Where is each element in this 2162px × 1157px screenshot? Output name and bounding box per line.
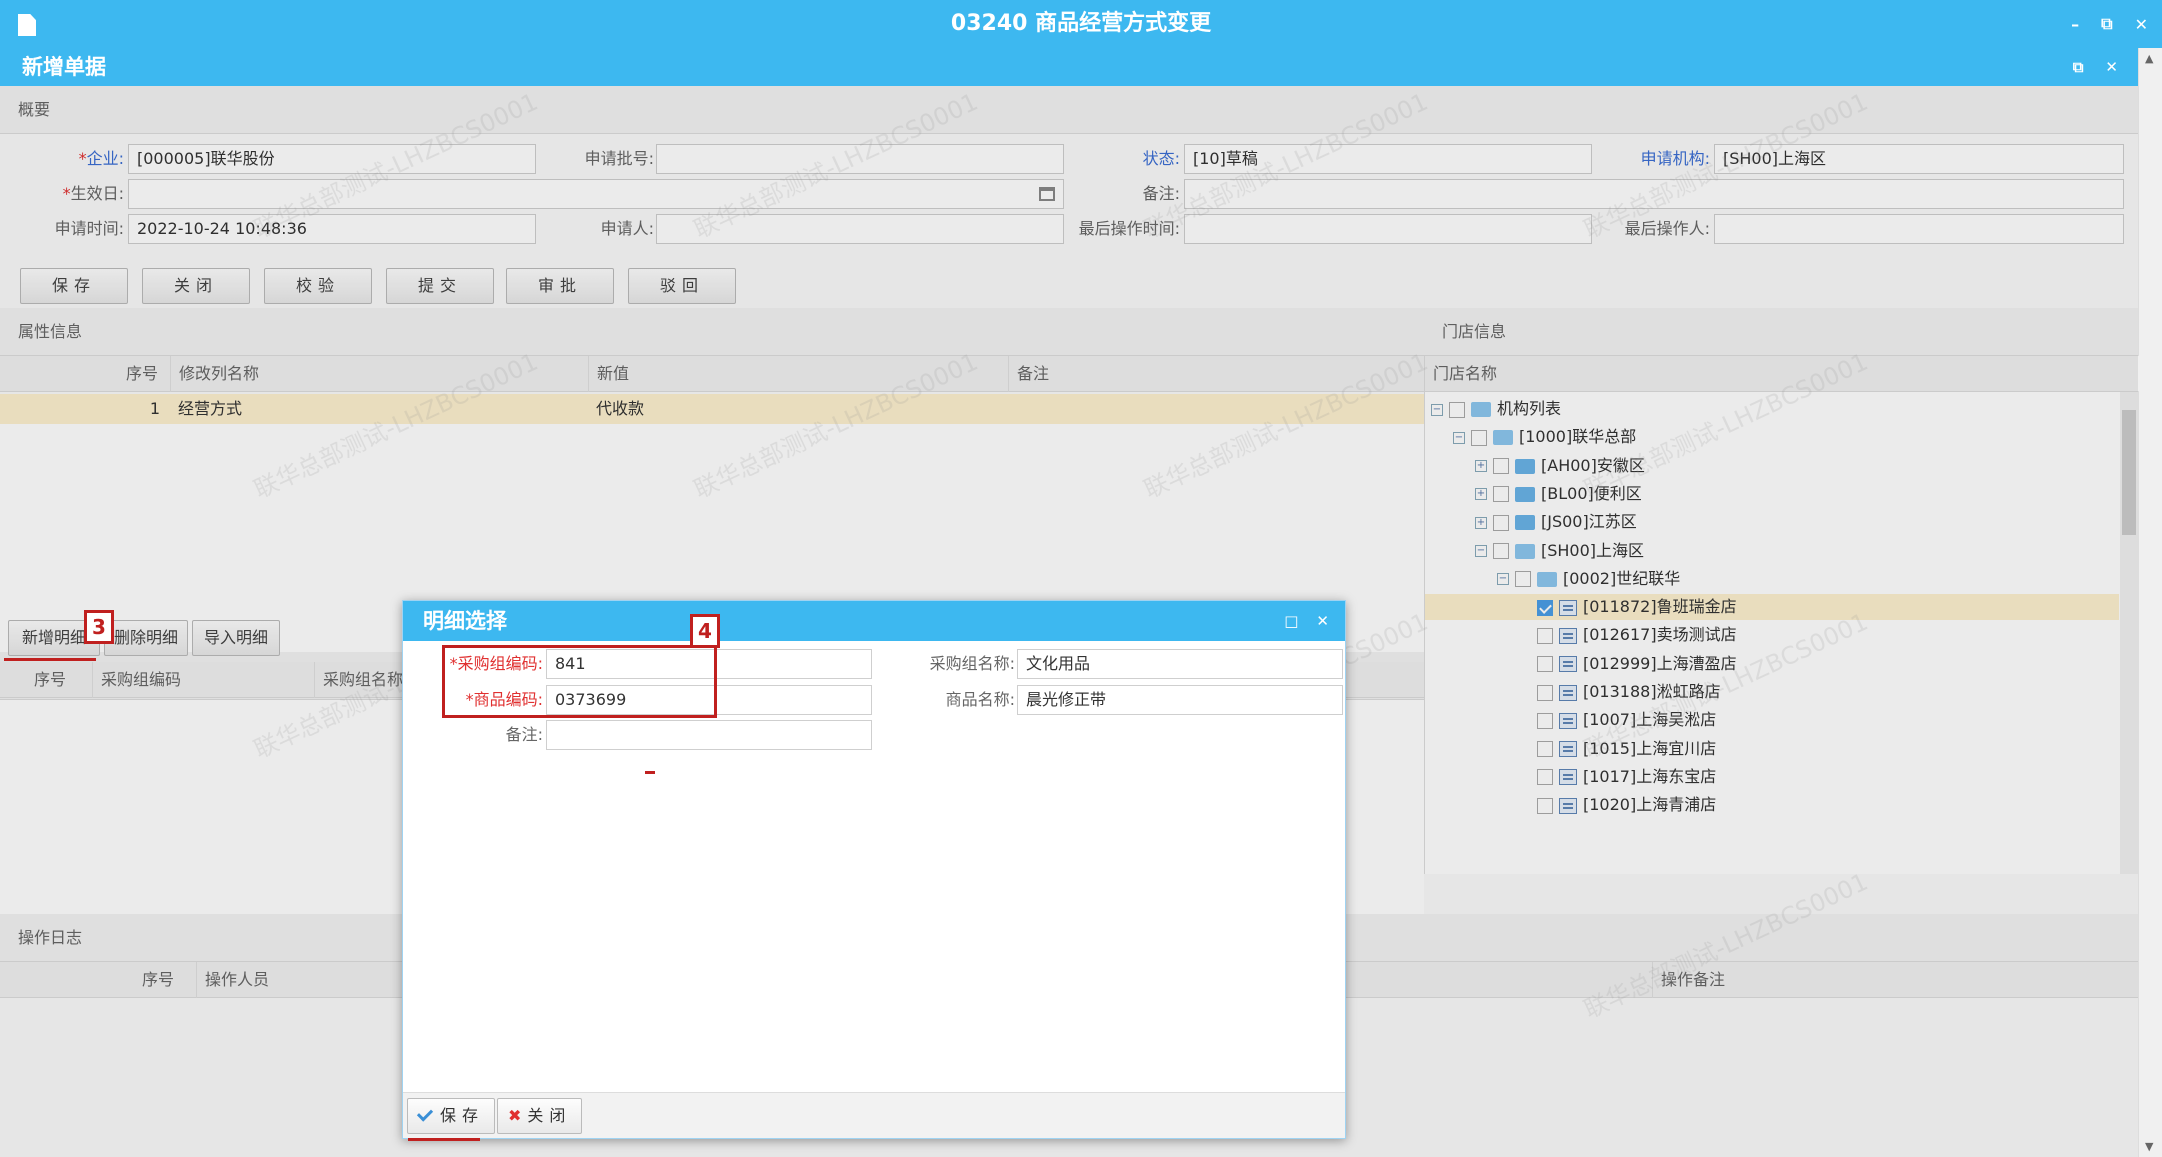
watermark: 联华总部测试-LHZBCS0001 [1579,347,1873,504]
step-badge-4: 4 [690,614,720,648]
watermark: 联华总部测试-LHZBCS0001 [1139,87,1433,244]
form-restore-button[interactable]: ⧉ [2073,58,2084,76]
save-underline [408,1138,480,1141]
step4-highlight-box [442,645,717,718]
close-window-button[interactable]: ✕ [2135,15,2148,34]
watermark: 联华总部测试-LHZBCS0001 [249,347,543,504]
step3-underline [4,658,96,661]
group-name-label: 采购组名称: [929,654,1015,673]
dialog-title: 明细选择 [423,609,507,633]
dialog-close-x-button[interactable]: ✕ [1316,612,1329,630]
watermark: 联华总部测试-LHZBCS0001 [249,87,543,244]
close-icon: ✖ [508,1106,522,1125]
watermark: 联华总部测试-LHZBCS0001 [1579,867,1873,1024]
check-icon [416,1105,434,1122]
dialog-maximize-button[interactable]: □ [1284,612,1298,630]
watermark: 联华总部测试-LHZBCS0001 [1139,347,1433,504]
window-titlebar: 03240 商品经营方式变更 – ⧉ ✕ [0,0,2162,48]
group-name-field[interactable]: 文化用品 [1017,649,1343,679]
watermark: 联华总部测试-LHZBCS0001 [689,87,983,244]
watermark: 联华总部测试-LHZBCS0001 [1579,87,1873,244]
dialog-save-label: 保存 [440,1106,485,1125]
window-title: 03240 商品经营方式变更 [950,11,1212,36]
watermark: 联华总部测试-LHZBCS0001 [689,347,983,504]
dialog-save-button[interactable]: 保存 [407,1098,496,1134]
dialog-remark-label: 备注: [505,725,543,744]
restore-button[interactable]: ⧉ [2101,14,2112,34]
dialog-remark-field[interactable] [546,720,872,750]
cursor-mark [645,771,655,774]
dialog-close-button[interactable]: ✖ 关闭 [497,1098,583,1134]
step-badge-3: 3 [84,610,114,644]
watermark: 联华总部测试-LHZBCS0001 [1579,607,1873,764]
form-title: 新增单据 [22,55,106,79]
form-close-button[interactable]: ✕ [2105,58,2118,76]
dialog-close-label: 关闭 [527,1106,572,1125]
minimize-button[interactable]: – [2071,15,2079,34]
product-name-label: 商品名称: [945,690,1015,709]
scroll-down-icon[interactable]: ▼ [2145,1140,2153,1153]
page-scrollbar[interactable]: ▲ ▼ [2138,48,2162,1157]
scroll-up-icon[interactable]: ▲ [2145,52,2153,65]
dialog-footer: 保存 ✖ 关闭 [403,1092,1345,1138]
product-name-field[interactable]: 晨光修正带 [1017,685,1343,715]
form-titlebar: 新增单据 ⧉ ✕ [0,48,2138,86]
dialog-titlebar: 明细选择 □ ✕ [403,601,1345,641]
